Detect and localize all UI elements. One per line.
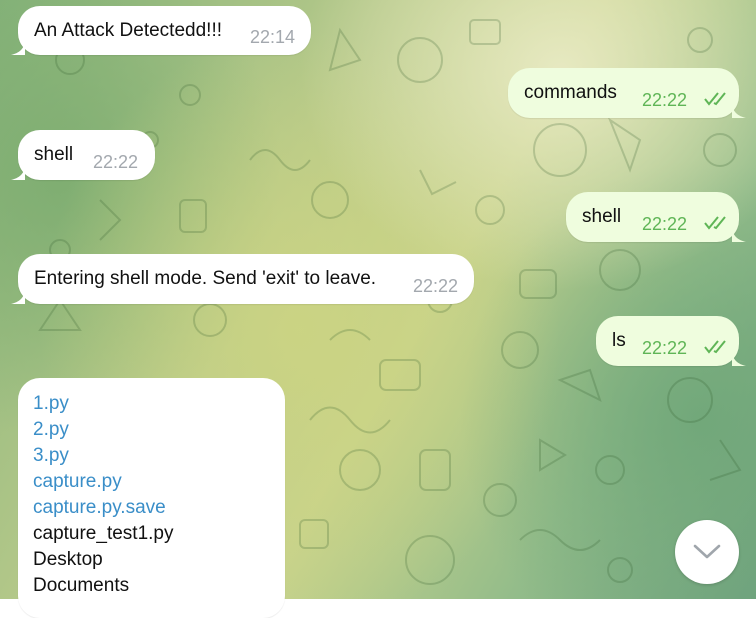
message-text: An Attack Detectedd!!! bbox=[34, 20, 222, 41]
message-text: shell bbox=[34, 144, 74, 165]
file-name: Documents bbox=[33, 575, 130, 596]
message-text: ls bbox=[612, 330, 626, 351]
message-outgoing[interactable]: commands 22:22 bbox=[508, 68, 746, 118]
message-incoming[interactable]: Entering shell mode. Send 'exit' to leav… bbox=[11, 254, 474, 304]
file-name: capture_test1.py bbox=[33, 523, 174, 544]
message-file-listing[interactable]: 1.py 2.py 3.py capture.py capture.py.sav… bbox=[18, 378, 285, 618]
double-check-icon bbox=[704, 216, 726, 230]
bubble-tail bbox=[732, 350, 746, 366]
message-time: 22:22 bbox=[642, 338, 688, 358]
file-link[interactable]: 3.py bbox=[33, 443, 173, 469]
bubble-tail bbox=[732, 226, 746, 242]
message-time: 22:22 bbox=[413, 276, 459, 296]
message-time: 22:14 bbox=[250, 27, 296, 47]
double-check-icon bbox=[704, 340, 726, 354]
bubble-tail bbox=[11, 288, 25, 304]
message-incoming[interactable]: shell 22:22 bbox=[11, 130, 155, 180]
file-link[interactable]: capture.py.save bbox=[33, 495, 173, 521]
message-outgoing[interactable]: ls 22:22 bbox=[596, 316, 746, 366]
message-text: shell bbox=[582, 206, 622, 227]
message-time: 22:22 bbox=[93, 152, 139, 172]
file-link[interactable]: 2.py bbox=[33, 417, 173, 443]
message-text: Entering shell mode. Send 'exit' to leav… bbox=[34, 268, 377, 289]
double-check-icon bbox=[704, 92, 726, 106]
file-link[interactable]: 1.py bbox=[33, 391, 173, 417]
file-listing-lines: 1.py 2.py 3.py capture.py capture.py.sav… bbox=[33, 391, 173, 599]
message-text: commands bbox=[524, 82, 617, 103]
chevron-down-icon bbox=[693, 544, 721, 559]
message-time: 22:22 bbox=[642, 90, 688, 110]
bubble-tail bbox=[732, 102, 746, 118]
message-outgoing[interactable]: shell 22:22 bbox=[566, 192, 746, 242]
file-name: Desktop bbox=[33, 549, 103, 570]
message-time: 22:22 bbox=[642, 214, 688, 234]
scroll-to-bottom-button[interactable] bbox=[675, 520, 739, 584]
bubble-tail bbox=[11, 164, 25, 180]
message-incoming[interactable]: An Attack Detectedd!!! 22:14 bbox=[11, 6, 311, 55]
bubble-tail bbox=[11, 39, 25, 55]
file-link[interactable]: capture.py bbox=[33, 469, 173, 495]
